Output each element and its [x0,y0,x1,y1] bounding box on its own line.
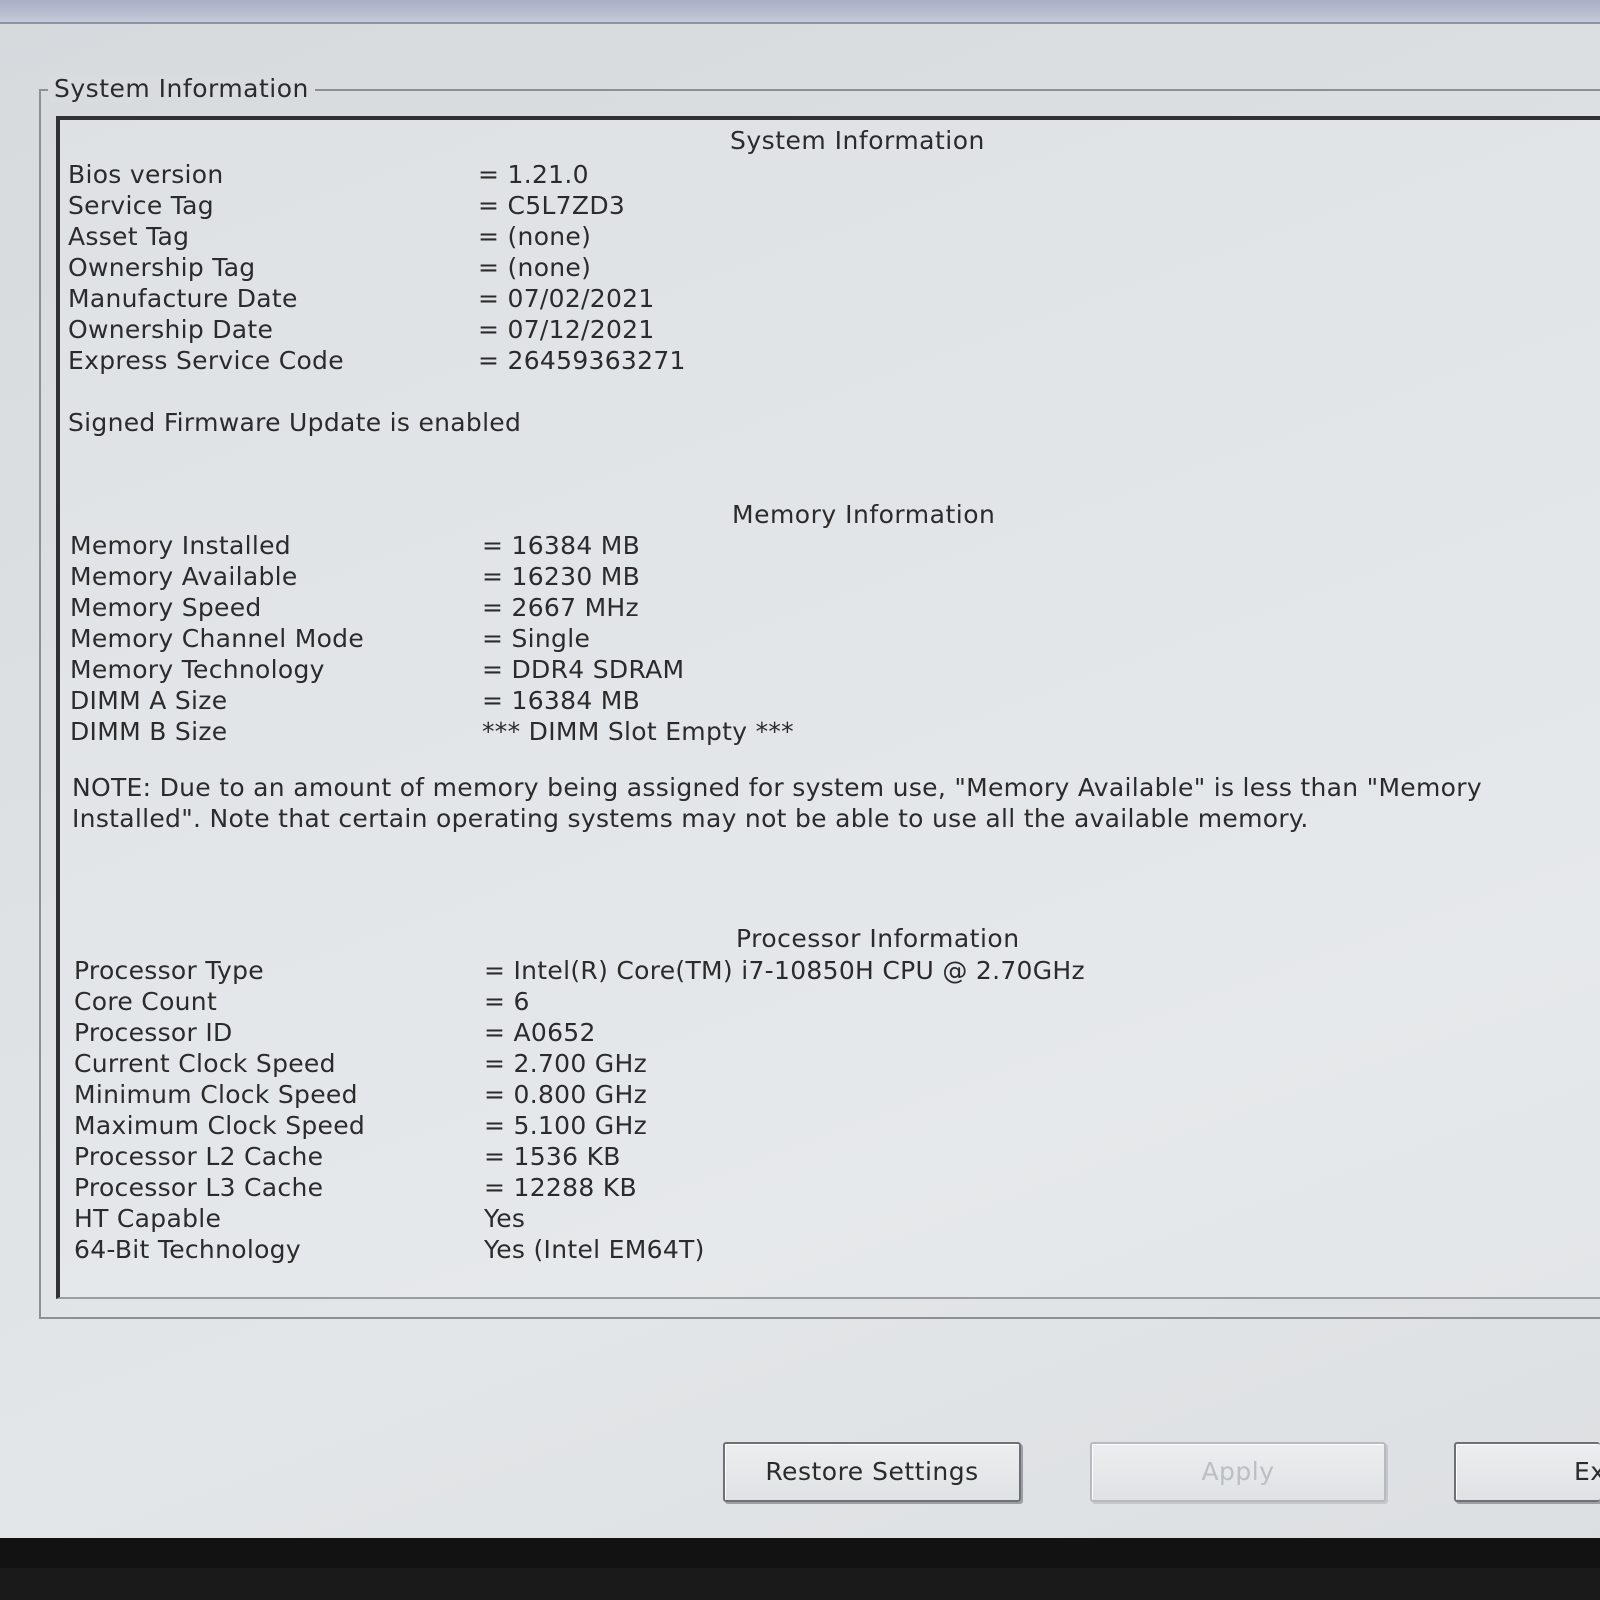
row-value: = 5.100 GHz [484,1111,648,1140]
row-label: Memory Installed [70,531,291,560]
row-label: Memory Speed [70,593,262,622]
row-value: = 07/02/2021 [478,284,655,313]
row-label: Asset Tag [68,222,190,251]
screen-bezel [0,1538,1600,1568]
row-label: Core Count [74,987,218,1016]
info-row: Service Tag = C5L7ZD3 [60,191,1600,222]
info-row: Memory Available = 16230 MB [60,562,1600,593]
info-row: Processor Type = Intel(R) Core(TM) i7-10… [60,956,1600,987]
info-row: Minimum Clock Speed = 0.800 GHz [60,1080,1600,1111]
row-label: Processor Type [74,956,264,985]
row-value: = 07/12/2021 [478,315,655,344]
bios-screen: System Information System Information Bi… [0,0,1600,1568]
row-value: = 6 [484,987,530,1016]
row-label: Ownership Date [68,315,274,344]
info-row: Ownership Tag = (none) [60,253,1600,284]
row-label: Processor ID [74,1018,233,1047]
row-label: Ownership Tag [68,253,256,282]
row-value: = (none) [478,222,592,251]
row-label: 64-Bit Technology [74,1235,301,1264]
row-value: = 2667 MHz [482,593,639,622]
restore-settings-button[interactable]: Restore Settings [723,1442,1021,1502]
memory-section-title: Memory Information [732,500,996,529]
row-label: Minimum Clock Speed [74,1080,358,1109]
row-label: DIMM B Size [70,717,228,746]
row-value: = 1.21.0 [478,160,589,189]
row-value: *** DIMM Slot Empty *** [482,717,794,746]
row-value: = 26459363271 [478,346,686,375]
row-label: Express Service Code [68,346,344,375]
row-label: Memory Available [70,562,298,591]
info-row: HT Capable Yes [60,1204,1600,1235]
info-row: Ownership Date = 07/12/2021 [60,315,1600,346]
info-row: Bios version = 1.21.0 [60,160,1600,191]
row-label: HT Capable [74,1204,222,1233]
row-value: Yes [484,1204,526,1233]
row-label: Service Tag [68,191,214,220]
row-value: = 16230 MB [482,562,641,591]
row-value: = C5L7ZD3 [478,191,626,220]
info-row: Maximum Clock Speed = 5.100 GHz [60,1111,1600,1142]
row-label: Processor L2 Cache [74,1142,324,1171]
row-value: = A0652 [484,1018,596,1047]
info-row: Processor L3 Cache = 12288 KB [60,1173,1600,1204]
row-label: Manufacture Date [68,284,298,313]
info-panel: System Information Bios version = 1.21.0… [56,116,1600,1299]
row-value: = 16384 MB [482,531,641,560]
row-label: Memory Technology [70,655,325,684]
row-value: = 12288 KB [484,1173,637,1202]
row-label: Current Clock Speed [74,1049,336,1078]
info-row: Processor L2 Cache = 1536 KB [60,1142,1600,1173]
info-row: Memory Technology = DDR4 SDRAM [60,655,1600,686]
info-row: Memory Speed = 2667 MHz [60,593,1600,624]
row-value: = Intel(R) Core(TM) i7-10850H CPU @ 2.70… [484,956,1085,985]
exit-button[interactable]: Ex [1454,1442,1600,1502]
row-label: Maximum Clock Speed [74,1111,366,1140]
title-bar [0,0,1600,24]
row-value: = 16384 MB [482,686,641,715]
memory-note: NOTE: Due to an amount of memory being a… [72,773,1482,833]
row-value: Yes (Intel EM64T) [484,1235,705,1264]
groupbox-title: System Information [48,74,315,103]
info-row: 64-Bit Technology Yes (Intel EM64T) [60,1235,1600,1266]
row-value: = (none) [478,253,592,282]
info-row: Memory Installed = 16384 MB [60,531,1600,562]
row-value: = DDR4 SDRAM [482,655,685,684]
info-row: DIMM A Size = 16384 MB [60,686,1600,717]
info-row: Express Service Code = 26459363271 [60,346,1600,377]
info-row: Asset Tag = (none) [60,222,1600,253]
info-row: Current Clock Speed = 2.700 GHz [60,1049,1600,1080]
system-section-title: System Information [730,126,985,155]
firmware-status: Signed Firmware Update is enabled [68,408,522,437]
row-label: DIMM A Size [70,686,228,715]
info-row: DIMM B Size *** DIMM Slot Empty *** [60,717,1600,748]
info-row: Manufacture Date = 07/02/2021 [60,284,1600,315]
apply-button[interactable]: Apply [1090,1442,1386,1502]
info-row: Core Count = 6 [60,987,1600,1018]
row-value: = 0.800 GHz [484,1080,648,1109]
row-value: = 2.700 GHz [484,1049,648,1078]
row-label: Memory Channel Mode [70,624,365,653]
row-value: = 1536 KB [484,1142,621,1171]
processor-section-title: Processor Information [736,924,1020,953]
row-value: = Single [482,624,591,653]
row-label: Bios version [68,160,224,189]
row-label: Processor L3 Cache [74,1173,324,1202]
info-row: Processor ID = A0652 [60,1018,1600,1049]
info-row: Memory Channel Mode = Single [60,624,1600,655]
